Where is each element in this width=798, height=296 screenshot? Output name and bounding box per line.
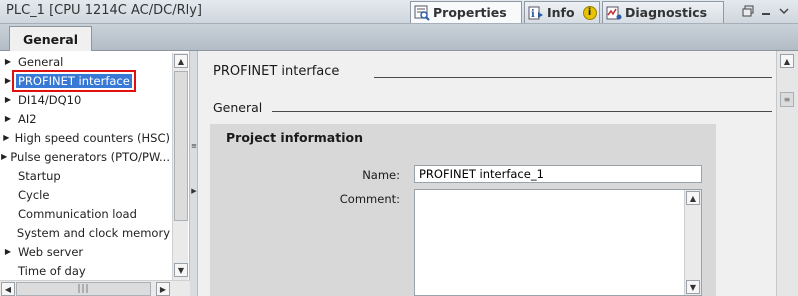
- nav-item-label: DI14/DQ10: [18, 92, 82, 107]
- nav-vertical-scroll-thumb[interactable]: [174, 71, 188, 221]
- pane-splitter[interactable]: ≡ ▶: [190, 51, 198, 296]
- tab-properties[interactable]: Properties: [410, 1, 522, 23]
- nav-item-ai2[interactable]: ▶ AI2: [0, 109, 172, 128]
- expand-arrow-icon[interactable]: ▶: [0, 109, 16, 128]
- nav-item-profinet-interface[interactable]: ▶ PROFINET interface: [0, 69, 172, 92]
- scroll-right-icon[interactable]: ▶: [156, 282, 170, 296]
- project-information-title: Project information: [226, 130, 363, 145]
- collapse-icon[interactable]: [776, 3, 792, 19]
- nav-item-label: Pulse generators (PTO/PW...: [10, 149, 170, 164]
- nav-item-general[interactable]: ▶ General: [0, 52, 172, 71]
- nav-item-label: High speed counters (HSC): [14, 130, 170, 145]
- nav-item-high-speed-counters[interactable]: ▶ High speed counters (HSC): [0, 128, 172, 147]
- section-tab-strip: General: [0, 24, 798, 51]
- main-vertical-scroll-thumb[interactable]: ≡: [780, 92, 794, 107]
- diagnostics-icon: [606, 5, 622, 21]
- nav-item-label: Communication load: [18, 206, 137, 221]
- nav-item-label: PROFINET interface: [12, 69, 136, 92]
- nav-item-system-clock-memory[interactable]: System and clock memory: [0, 223, 172, 242]
- expand-arrow-icon[interactable]: ▶: [0, 71, 16, 90]
- nav-item-di14-dq10[interactable]: ▶ DI14/DQ10: [0, 90, 172, 109]
- nav-horizontal-scroll-thumb[interactable]: |||: [16, 282, 151, 296]
- properties-content: PROFINET interface General Project infor…: [198, 51, 776, 296]
- nav-item-label: Cycle: [18, 187, 50, 202]
- scroll-up-icon[interactable]: ▲: [780, 54, 794, 68]
- nav-item-startup[interactable]: Startup: [0, 166, 172, 185]
- expand-arrow-icon[interactable]: ▶: [0, 90, 16, 109]
- scroll-up-icon[interactable]: ▲: [174, 54, 188, 68]
- scroll-up-icon[interactable]: ▲: [686, 191, 700, 205]
- minimize-icon[interactable]: [758, 3, 774, 19]
- properties-icon: [414, 5, 430, 21]
- info-icon: i: [528, 5, 544, 21]
- nav-item-time-of-day[interactable]: Time of day: [0, 261, 172, 280]
- nav-item-pulse-generators[interactable]: ▶ Pulse generators (PTO/PW...: [0, 147, 172, 166]
- expand-arrow-icon[interactable]: ▶: [0, 52, 16, 71]
- name-field[interactable]: [414, 165, 702, 183]
- nav-item-label: Web server: [18, 244, 84, 259]
- expand-arrow-icon[interactable]: ▶: [0, 147, 8, 166]
- expand-arrow-icon[interactable]: ▶: [0, 128, 13, 147]
- nav-item-label: Time of day: [18, 263, 86, 278]
- nav-item-cycle[interactable]: Cycle: [0, 185, 172, 204]
- section-divider: [374, 77, 772, 78]
- tab-general[interactable]: General: [9, 26, 92, 51]
- tab-diagnostics-label: Diagnostics: [625, 5, 708, 20]
- name-label: Name:: [362, 168, 400, 182]
- scroll-left-icon[interactable]: ◀: [1, 282, 15, 296]
- main-vertical-scrollbar[interactable]: ▲ ≡: [776, 51, 798, 296]
- svg-text:i: i: [531, 9, 535, 20]
- splitter-grip-icon: ≡: [191, 142, 197, 150]
- nav-item-web-server[interactable]: ▶ Web server: [0, 242, 172, 261]
- splitter-expand-icon[interactable]: ▶: [190, 186, 198, 196]
- nav-vertical-scrollbar[interactable]: ▲ ▼: [172, 53, 188, 280]
- nav-item-label: Startup: [18, 168, 61, 183]
- subsection-title: General: [213, 100, 263, 115]
- comment-scrollbar[interactable]: ▲ ▼: [684, 190, 701, 295]
- comment-text: [415, 190, 701, 194]
- expand-arrow-icon[interactable]: ▶: [0, 242, 16, 261]
- nav-item-label: General: [18, 54, 64, 69]
- window-title-bar: PLC_1 [CPU 1214C AC/DC/Rly] Properties i…: [0, 0, 798, 24]
- restore-icon[interactable]: [740, 3, 756, 19]
- subsection-divider: [272, 111, 772, 112]
- navigation-tree: ▶ General ▶ PROFINET interface ▶ DI14/DQ…: [0, 51, 190, 296]
- nav-item-label: AI2: [18, 111, 37, 126]
- nav-horizontal-scrollbar[interactable]: ◀ ||| ▶: [0, 280, 190, 296]
- tab-info[interactable]: i Info i: [524, 1, 600, 23]
- tab-info-label: Info: [547, 5, 575, 20]
- scroll-down-icon[interactable]: ▼: [686, 280, 700, 294]
- section-title: PROFINET interface: [213, 64, 340, 79]
- tab-diagnostics[interactable]: Diagnostics: [602, 1, 724, 23]
- comment-label: Comment:: [339, 192, 400, 206]
- comment-field[interactable]: ▲ ▼: [414, 189, 702, 296]
- info-badge-icon: i: [582, 5, 597, 20]
- window-title: PLC_1 [CPU 1214C AC/DC/Rly]: [6, 3, 202, 18]
- nav-item-label: System and clock memory: [16, 225, 170, 240]
- tab-properties-label: Properties: [433, 5, 507, 20]
- scroll-down-icon[interactable]: ▼: [174, 263, 188, 277]
- nav-item-communication-load[interactable]: Communication load: [0, 204, 172, 223]
